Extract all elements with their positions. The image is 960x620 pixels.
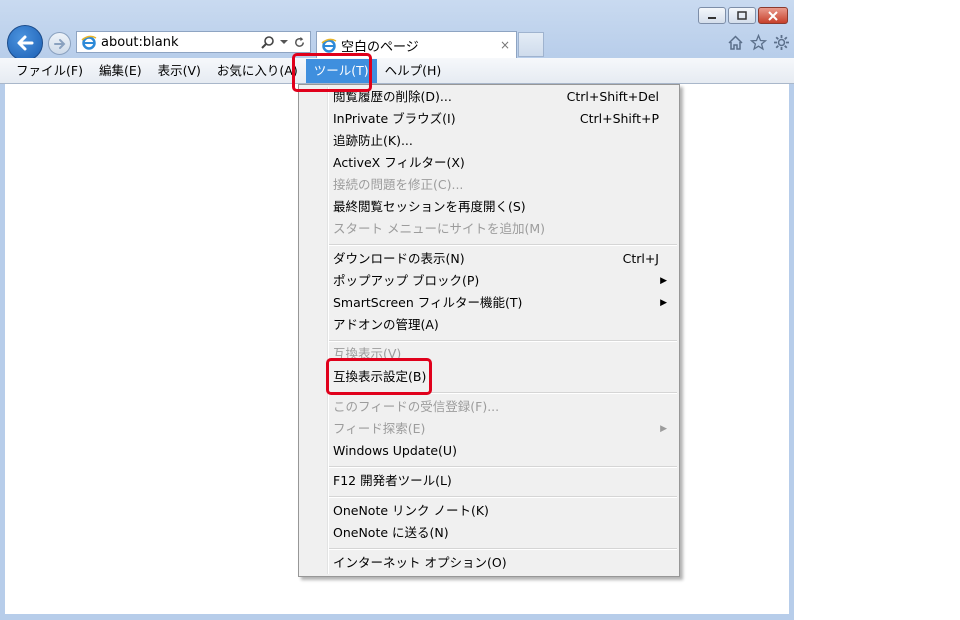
- menu-item-subscribe-feed: このフィードの受信登録(F)...: [333, 399, 500, 414]
- menu-edit[interactable]: 編集(E): [91, 59, 150, 83]
- menu-separator: [329, 548, 677, 550]
- menu-item-reopen-session[interactable]: 最終閲覧セッションを再度開く(S): [299, 196, 679, 218]
- ie-logo-icon: [321, 38, 337, 53]
- menu-item-feed-discovery: フィード探索(E) ▶: [299, 418, 679, 440]
- menu-item-f12-devtools[interactable]: F12 開発者ツール(L): [299, 470, 679, 492]
- close-icon: [768, 10, 778, 21]
- menu-separator: [329, 466, 677, 468]
- refresh-icon[interactable]: [293, 36, 306, 49]
- menu-separator: [329, 340, 677, 342]
- home-icon[interactable]: [727, 34, 744, 51]
- tab-close-icon[interactable]: ×: [500, 38, 510, 52]
- submenu-arrow-icon: ▶: [660, 276, 667, 286]
- maximize-icon: [737, 11, 747, 20]
- address-tools: [261, 35, 310, 49]
- menu-item-popup-blocker[interactable]: ポップアップ ブロック(P) ▶: [299, 270, 679, 292]
- menu-item-fix-connection: 接続の問題を修正(C)...: [333, 177, 464, 192]
- menu-file[interactable]: ファイル(F): [8, 59, 91, 83]
- menu-item-inprivate[interactable]: InPrivate ブラウズ(I) Ctrl+Shift+P: [299, 108, 679, 130]
- menu-item-smartscreen[interactable]: SmartScreen フィルター機能(T) ▶: [299, 292, 679, 314]
- highlight-box-compat-settings: [326, 358, 432, 395]
- search-icon[interactable]: [261, 35, 275, 49]
- tab-title: 空白のページ: [341, 39, 419, 55]
- menu-bar: ファイル(F) 編集(E) 表示(V) お気に入り(A) ツール(T) ヘルプ(…: [0, 58, 794, 84]
- address-input[interactable]: about:blank: [101, 35, 179, 50]
- address-bar[interactable]: about:blank: [76, 31, 311, 53]
- tools-dropdown-menu: 閲覧履歴の削除(D)... Ctrl+Shift+Del InPrivate ブラ…: [298, 84, 680, 577]
- menu-view[interactable]: 表示(V): [150, 59, 209, 83]
- window-controls: [698, 7, 788, 24]
- menu-item-windows-update[interactable]: Windows Update(U): [299, 440, 679, 462]
- menu-item-internet-options[interactable]: インターネット オプション(O): [299, 552, 679, 574]
- dropdown-arrow-icon[interactable]: [280, 39, 288, 45]
- new-tab-button[interactable]: [518, 32, 544, 57]
- menu-item-manage-addons[interactable]: アドオンの管理(A): [299, 314, 679, 336]
- menu-separator: [329, 244, 677, 246]
- back-button[interactable]: [7, 25, 43, 61]
- forward-button[interactable]: [48, 32, 71, 55]
- gear-icon[interactable]: [773, 34, 790, 51]
- menu-separator: [329, 496, 677, 498]
- menu-help[interactable]: ヘルプ(H): [377, 59, 450, 83]
- maximize-button[interactable]: [728, 7, 756, 24]
- minimize-button[interactable]: [698, 7, 726, 24]
- submenu-arrow-icon: ▶: [660, 298, 667, 308]
- menu-item-add-to-start: スタート メニューにサイトを追加(M): [333, 221, 546, 236]
- favorites-star-icon[interactable]: [750, 34, 767, 51]
- menu-item-downloads[interactable]: ダウンロードの表示(N) Ctrl+J: [299, 248, 679, 270]
- menu-item-tracking-protection[interactable]: 追跡防止(K)...: [299, 130, 679, 152]
- menu-item-onenote-linked[interactable]: OneNote リンク ノート(K): [299, 500, 679, 522]
- minimize-icon: [708, 16, 716, 19]
- highlight-box-tools-menu: [292, 53, 372, 92]
- menu-item-onenote-send[interactable]: OneNote に送る(N): [299, 522, 679, 544]
- close-button[interactable]: [758, 7, 788, 24]
- submenu-arrow-icon: ▶: [660, 424, 667, 434]
- ie-logo-icon: [81, 35, 97, 50]
- menu-item-activex-filter[interactable]: ActiveX フィルター(X): [299, 152, 679, 174]
- forward-arrow-icon: [53, 38, 65, 49]
- back-arrow-icon: [17, 35, 34, 51]
- top-right-icons: [727, 34, 790, 51]
